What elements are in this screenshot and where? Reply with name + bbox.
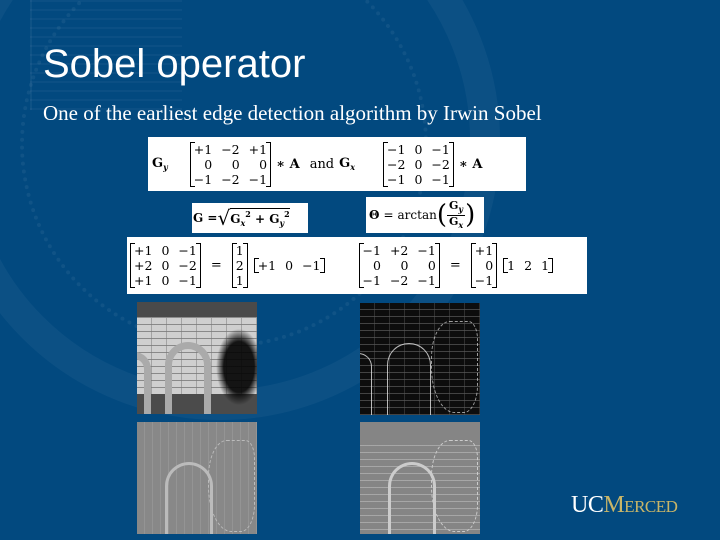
gy-over-gx-fraction: Gy Gx: [447, 198, 466, 230]
matrix-cell: −1: [431, 141, 450, 157]
matrix-cell: 1: [235, 243, 244, 258]
sep-right-equals: =: [449, 258, 461, 273]
sqrt-symbol: √: [217, 206, 231, 230]
matrix-cell: −2: [178, 258, 197, 273]
left-paren: (: [436, 200, 447, 230]
right-paren: ): [465, 200, 476, 230]
logo-merced: Merced: [603, 492, 678, 518]
gx-kernel-matrix: −1 0 −1 −2 0 −2 −1 0 −1: [383, 141, 454, 187]
sep-left-matrix: +1 0 −1 +2 0 −2 +1 0 −1: [130, 243, 201, 288]
matrix-cell: −1: [248, 171, 268, 187]
matrix-cell: −1: [302, 258, 321, 273]
magnitude-equation: G = √ Gx2 + Gy2: [192, 203, 308, 233]
sep-left-equals: =: [210, 258, 222, 273]
gx-label: Gx: [339, 156, 356, 172]
uc-merced-logo: UCMerced: [571, 492, 678, 518]
matrix-cell: 1: [235, 273, 244, 288]
matrix-cell: −1: [362, 273, 381, 288]
matrix-cell: 0: [427, 258, 436, 273]
sep-left-column-vector: 121: [231, 243, 248, 288]
slide-subtitle: One of the earliest edge detection algor…: [43, 101, 542, 125]
matrix-cell: −2: [221, 171, 240, 187]
matrix-cell: 2: [524, 258, 533, 273]
matrix-cell: −1: [431, 171, 450, 187]
matrix-cell: 0: [373, 258, 381, 273]
gy-kernel-matrix: +1 −2 +1 0 0 0 −1 −2 −1: [189, 141, 272, 187]
equals-sign: =: [383, 208, 394, 222]
arctan-text: arctan: [397, 208, 437, 222]
matrix-cell: 0: [285, 258, 294, 273]
kernel-equation: Gy +1 −2 +1 0 0 0 −1 −2 −1 ∗ A and Gx −1 0 −1 −2 0 −2…: [148, 137, 526, 191]
matrix-cell: 0: [204, 156, 213, 172]
matrix-cell: 1: [507, 258, 516, 273]
magnitude-lhs: G =: [193, 211, 218, 225]
matrix-cell: 0: [414, 156, 423, 172]
matrix-cell: −2: [389, 273, 409, 288]
matrix-cell: 1: [541, 258, 550, 273]
matrix-cell: 0: [161, 258, 170, 273]
gy-label: Gy: [152, 156, 168, 172]
matrix-cell: +1: [193, 141, 213, 157]
sep-right-column-vector: +1 0 −1: [470, 243, 498, 288]
matrix-cell: 0: [161, 273, 170, 288]
matrix-cell: 0: [259, 156, 268, 172]
matrix-cell: −1: [417, 243, 436, 258]
logo-uc: UC: [571, 492, 604, 518]
matrix-cell: −1: [178, 243, 197, 258]
matrix-cell: 0: [414, 171, 423, 187]
matrix-cell: +1: [134, 273, 153, 288]
matrix-cell: −1: [474, 273, 494, 288]
theta-symbol: Θ: [369, 208, 380, 222]
matrix-cell: 0: [231, 156, 240, 172]
separable-kernels-equation: +1 0 −1 +2 0 −2 +1 0 −1 = 121 +1 0 −1 −1 +2 −1 0 0 0 −1−…: [127, 237, 587, 294]
sqrt-body: Gx2 + Gy2: [230, 208, 290, 228]
matrix-cell: −1: [387, 141, 406, 157]
matrix-cell: −1: [387, 171, 406, 187]
matrix-cell: −2: [431, 156, 450, 172]
matrix-cell: 2: [235, 258, 244, 273]
matrix-cell: −1: [193, 171, 213, 187]
matrix-cell: 0: [414, 141, 423, 157]
magnitude-image: [360, 303, 480, 415]
matrix-cell: +1: [474, 243, 494, 258]
matrix-cell: +1: [134, 243, 153, 258]
matrix-cell: +1: [257, 258, 277, 273]
matrix-cell: +2: [389, 243, 409, 258]
matrix-cell: −1: [362, 243, 381, 258]
original-image: [137, 302, 257, 414]
gx-gradient-image: [137, 422, 257, 534]
matrix-cell: 0: [485, 258, 494, 273]
matrix-cell: 0: [161, 243, 170, 258]
conv-a-2: ∗ A: [458, 156, 483, 172]
matrix-cell: 0: [400, 258, 409, 273]
matrix-cell: +2: [134, 258, 153, 273]
matrix-cell: +1: [248, 141, 268, 157]
sep-right-row-vector: 121: [503, 258, 554, 273]
sep-left-row-vector: +1 0 −1: [253, 258, 325, 273]
gy-gradient-image: [360, 422, 480, 534]
matrix-cell: −2: [221, 141, 240, 157]
conv-a: ∗ A: [276, 156, 300, 172]
slide-title: Sobel operator: [43, 42, 306, 86]
matrix-cell: −1: [178, 273, 197, 288]
matrix-cell: −1: [417, 273, 436, 288]
and-text: and: [309, 156, 335, 172]
matrix-cell: −2: [387, 156, 406, 172]
direction-equation: Θ = arctan ( Gy Gx ): [366, 197, 484, 233]
sep-right-matrix: −1 +2 −1 0 0 0 −1 −2 −1: [358, 243, 440, 288]
